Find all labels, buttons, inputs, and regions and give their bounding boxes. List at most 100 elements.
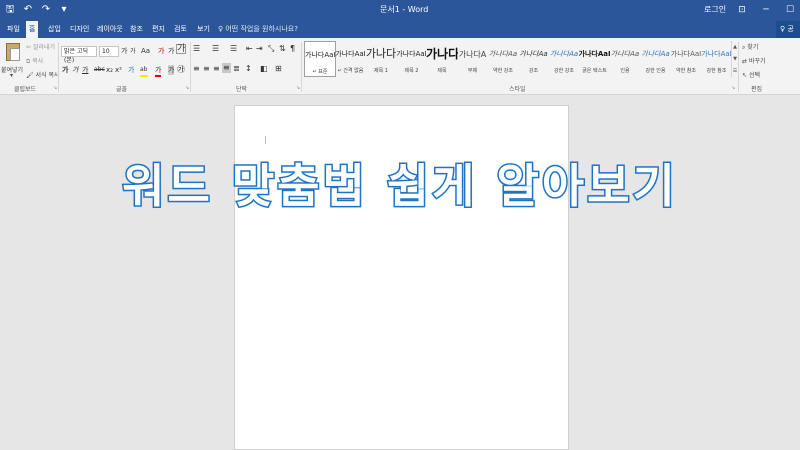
subscript-icon[interactable]: x₂	[106, 65, 113, 75]
tab-references[interactable]: 참조	[127, 21, 146, 38]
tab-home[interactable]: 홈	[26, 21, 39, 38]
align-center-icon[interactable]: ≡	[203, 64, 210, 74]
font-size-select[interactable]: 10	[99, 46, 119, 57]
tab-view[interactable]: 보기	[194, 21, 213, 38]
paste-dropdown-icon[interactable]: ▾	[10, 72, 13, 79]
style-item[interactable]: 가나다Aa 인용	[609, 41, 641, 77]
enclose-characters-icon[interactable]: ㉮	[177, 65, 185, 75]
show-marks-icon[interactable]: ¶	[290, 44, 295, 54]
group-divider	[190, 42, 191, 92]
clipboard-launcher-icon[interactable]: ↘	[53, 85, 57, 91]
find-button[interactable]: ⌕ 찾기	[742, 42, 758, 52]
style-name: ↵ 표준	[312, 69, 328, 75]
replace-button[interactable]: ⇄ 바꾸기	[742, 56, 766, 65]
distributed-icon[interactable]: ≣	[233, 64, 240, 74]
clear-formatting-icon[interactable]: 가	[158, 46, 164, 56]
tab-layout[interactable]: 레이아웃	[94, 21, 126, 38]
select-button[interactable]: ↖ 선택	[742, 70, 760, 79]
highlight-icon[interactable]: ab	[140, 65, 148, 77]
gallery-scroll[interactable]: ▲ ▼ ☰	[731, 41, 738, 77]
minimize-icon[interactable]: ─	[754, 2, 778, 18]
align-right-icon[interactable]: ≡	[213, 64, 220, 74]
style-item[interactable]: 가나다 제목	[426, 41, 458, 77]
style-item[interactable]: 가나다AaI 약한 참조	[670, 41, 702, 77]
paragraph-launcher-icon[interactable]: ↘	[296, 85, 300, 91]
quick-access-toolbar: 🖫 ↶ ↷ ▾	[4, 3, 70, 17]
style-sample: 가나다AaI	[578, 50, 611, 58]
font-color-icon[interactable]: 가	[155, 65, 162, 77]
tab-design[interactable]: 디자인	[67, 21, 92, 38]
group-label-styles: 스타일	[509, 86, 526, 93]
superscript-icon[interactable]: x²	[115, 65, 122, 75]
style-item[interactable]: 가나다AaI 굵은 텍스트	[579, 41, 611, 77]
style-name: 제목	[437, 68, 447, 74]
increase-indent-icon[interactable]: ⇥	[256, 44, 263, 54]
paintbrush-icon: 🖌	[26, 72, 36, 79]
ribbon-display-options-icon[interactable]: ⊡	[730, 2, 754, 18]
style-sample: 가나다A	[458, 50, 487, 59]
format-painter-label: 서식 복사	[35, 72, 60, 79]
asian-layout-icon[interactable]: ⤡	[268, 44, 274, 54]
tab-review[interactable]: 검토	[171, 21, 190, 38]
shading-icon[interactable]: ◧	[260, 64, 268, 74]
phonetic-guide-icon[interactable]: 가	[168, 46, 174, 56]
shrink-font-icon[interactable]: 가	[130, 47, 136, 57]
customize-qat-icon[interactable]: ▾	[58, 3, 70, 17]
justify-icon[interactable]: ≡	[222, 63, 231, 73]
format-painter-button[interactable]: 🖌 서식 복사	[26, 70, 60, 79]
style-item[interactable]: 가나다AaI ↵ 간격 없음	[335, 41, 367, 77]
maximize-icon[interactable]: ☐	[778, 2, 800, 18]
tab-file[interactable]: 파일	[4, 21, 23, 38]
style-item[interactable]: 가나다Aa 약한 강조	[487, 41, 519, 77]
styles-launcher-icon[interactable]: ↘	[731, 85, 735, 91]
cut-label: 잘라내기	[32, 44, 56, 51]
bullets-icon[interactable]: ☰	[193, 44, 200, 54]
style-item[interactable]: 가나다AaI 제목 2	[396, 41, 428, 77]
text-effects-icon[interactable]: 가	[128, 65, 134, 75]
character-border-icon[interactable]: 가	[176, 44, 186, 54]
line-spacing-icon[interactable]: ↕	[245, 64, 252, 74]
more-styles-icon[interactable]: ☰	[732, 65, 738, 77]
font-launcher-icon[interactable]: ↘	[185, 85, 189, 91]
font-name-select[interactable]: 맑은 고딕(본)	[61, 46, 97, 64]
underline-icon[interactable]: 가	[82, 65, 88, 75]
align-left-icon[interactable]: ≡	[193, 64, 200, 74]
style-item[interactable]: 가나다 제목 1	[365, 41, 397, 77]
style-sample: 가나다AaI	[335, 50, 366, 58]
bold-icon[interactable]: 가	[62, 65, 68, 75]
redo-icon[interactable]: ↷	[40, 3, 52, 17]
numbering-icon[interactable]: ☰	[212, 44, 219, 54]
group-divider	[738, 42, 739, 92]
scroll-down-icon[interactable]: ▼	[732, 53, 738, 65]
borders-icon[interactable]: ⊞	[275, 64, 282, 74]
group-label-clipboard: 클립보드	[14, 86, 37, 93]
grow-font-icon[interactable]: 가	[121, 46, 127, 56]
style-sample: 가나다AaI	[305, 51, 335, 59]
change-case-icon[interactable]: Aa	[141, 46, 150, 56]
style-item[interactable]: 가나다Aa 강한 인용	[640, 41, 672, 77]
signin-link[interactable]: 로그인	[704, 4, 726, 15]
italic-icon[interactable]: 가	[72, 65, 78, 75]
group-label-paragraph: 단락	[236, 86, 248, 93]
style-item[interactable]: 가나다AaI 강한 참조	[701, 41, 733, 77]
tab-insert[interactable]: 삽입	[45, 21, 64, 38]
scroll-up-icon[interactable]: ▲	[732, 41, 738, 53]
strikethrough-icon[interactable]: abc	[94, 65, 105, 75]
paste-icon[interactable]	[6, 43, 20, 61]
sort-icon[interactable]: ⇅	[279, 44, 286, 54]
style-name: 인용	[620, 68, 630, 74]
multilevel-list-icon[interactable]: ☰	[230, 44, 237, 54]
copy-button[interactable]: ⧉ 복사	[26, 56, 43, 66]
cut-button[interactable]: ✂ 잘라내기	[26, 42, 55, 51]
tell-me-search[interactable]: ♀ 어떤 작업을 원하시나요?	[218, 21, 298, 38]
style-item[interactable]: 가나다Aa 강한 강조	[548, 41, 580, 77]
style-item[interactable]: 가나다Aa 강조	[518, 41, 550, 77]
decrease-indent-icon[interactable]: ⇤	[246, 44, 253, 54]
save-icon[interactable]: 🖫	[4, 3, 16, 17]
style-item[interactable]: 가나다AaI ↵ 표준	[304, 41, 336, 77]
undo-icon[interactable]: ↶	[22, 3, 34, 17]
group-label-font: 글꼴	[116, 86, 128, 93]
character-shading-icon[interactable]: 가	[168, 65, 175, 75]
style-item[interactable]: 가나다A 부제	[457, 41, 489, 77]
tab-mailings[interactable]: 편지	[149, 21, 168, 38]
